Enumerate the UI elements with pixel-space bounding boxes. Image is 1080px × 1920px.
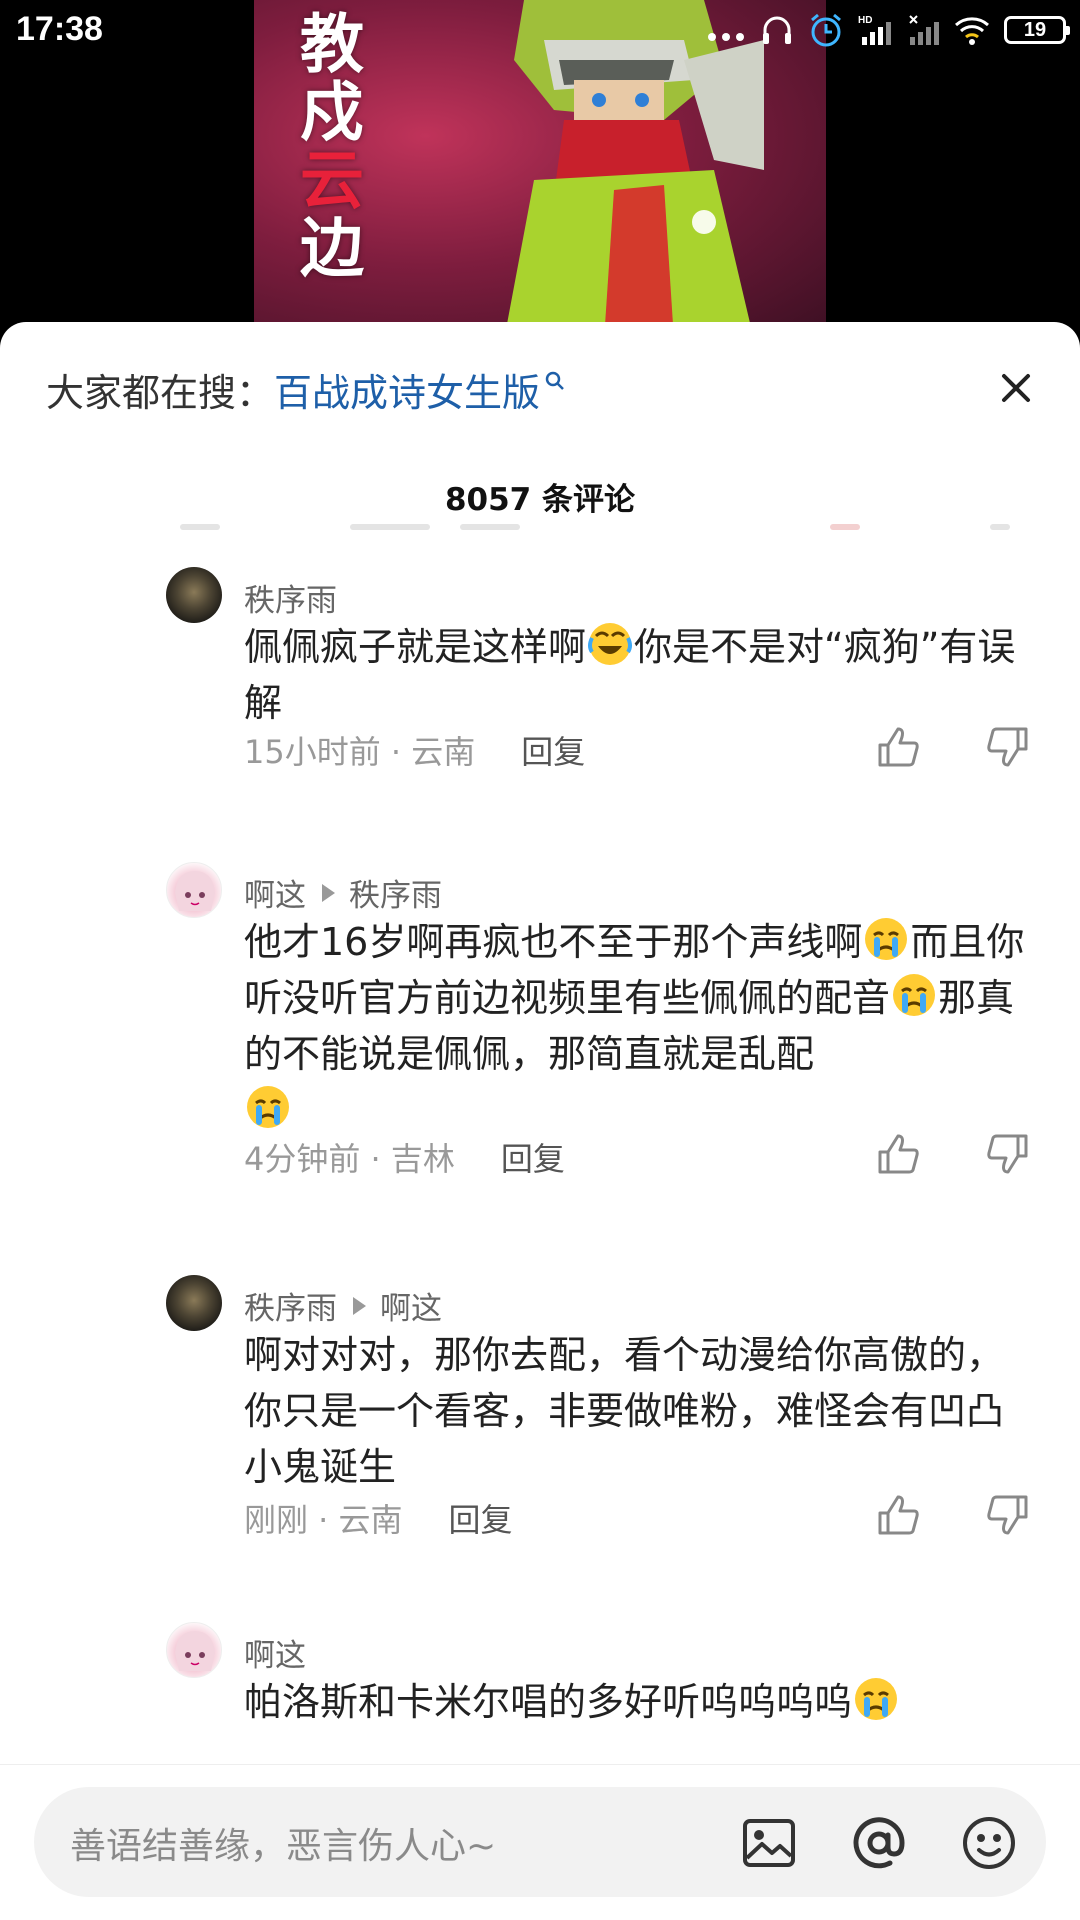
username-text: 啊这	[244, 878, 306, 914]
reply-button[interactable]: 回复	[521, 727, 585, 773]
status-time: 17:38	[16, 10, 103, 48]
anime-avatar-icon	[175, 871, 215, 911]
comment-time-location: 15小时前 · 云南	[244, 733, 476, 771]
thumbs-down-icon[interactable]	[984, 1130, 1032, 1178]
comment-time-location: 4分钟前 · 吉林	[244, 1140, 455, 1178]
reply-arrow-icon	[322, 883, 335, 902]
crying-emoji-icon	[865, 918, 908, 960]
partially-hidden-row	[180, 522, 1020, 532]
username-text: 啊这	[244, 1638, 306, 1674]
reply-button[interactable]: 回复	[501, 1134, 565, 1180]
reply-to-username[interactable]: 秩序雨	[349, 870, 442, 915]
close-icon	[1002, 374, 1030, 402]
comment-text: 佩佩疯子就是这样啊 你是不是对“疯狗”有误解	[244, 619, 1030, 731]
comment-meta: 15小时前 · 云南 回复	[244, 727, 585, 773]
avatar[interactable]	[166, 1622, 222, 1678]
reply-to-username[interactable]: 啊这	[380, 1283, 442, 1328]
svg-text:HD: HD	[858, 15, 872, 26]
comment-text-part: 他才16岁啊再疯也不至于那个声线啊	[244, 920, 863, 964]
more-dots-icon	[708, 33, 744, 41]
search-icon[interactable]	[544, 370, 566, 392]
close-button[interactable]	[988, 360, 1044, 416]
comment-text-part: 帕洛斯和卡米尔唱的多好听呜呜呜呜	[244, 1680, 853, 1724]
crying-emoji-icon	[855, 1678, 898, 1720]
comment-text-part: 佩佩疯子就是这样啊	[244, 625, 587, 669]
wifi-icon	[955, 17, 989, 45]
comment-sheet: 大家都在搜： 百战成诗女生版 8057 条评论 秩序雨 佩佩疯子就是这样啊 你是不…	[0, 322, 1080, 1920]
reply-arrow-icon	[353, 1296, 366, 1315]
avatar[interactable]	[166, 567, 222, 623]
image-icon[interactable]	[740, 1814, 798, 1872]
battery-icon: 19	[1004, 16, 1070, 44]
crying-emoji-icon	[247, 1086, 289, 1128]
comment-meta: 4分钟前 · 吉林 回复	[244, 1134, 565, 1180]
laugh-cry-emoji-icon	[588, 623, 633, 665]
comment-input-placeholder: 善语结善缘，恶言伤人心~	[70, 1826, 497, 1867]
comment-input-bar: 善语结善缘，恶言伤人心~	[0, 1764, 1080, 1920]
video-player[interactable]: 教戍云边 17:38 HD 19	[0, 0, 1080, 340]
status-icons: HD 19	[706, 12, 1070, 48]
comment-username[interactable]: 啊这	[244, 1630, 306, 1675]
reply-button[interactable]: 回复	[449, 1495, 513, 1541]
status-bar: 17:38 HD 19	[0, 0, 1080, 66]
comment-text: 帕洛斯和卡米尔唱的多好听呜呜呜呜	[244, 1674, 1030, 1730]
thumbs-down-icon[interactable]	[984, 1491, 1032, 1539]
thumbs-up-icon[interactable]	[874, 1130, 922, 1178]
thumbs-down-icon[interactable]	[984, 723, 1032, 771]
search-hint-prefix: 大家都在搜：	[46, 371, 275, 415]
smiley-icon[interactable]	[960, 1814, 1018, 1872]
comment-time-location: 刚刚 · 云南	[244, 1501, 403, 1539]
signal-hd-icon: HD	[858, 15, 891, 45]
at-icon[interactable]	[850, 1814, 908, 1872]
comment-username[interactable]: 啊这 秩序雨	[244, 870, 442, 915]
headphones-icon	[763, 16, 791, 44]
comment-text: 他才16岁啊再疯也不至于那个声线啊 而且你听没听官方前边视频里有些佩佩的配音 那真的…	[244, 914, 1030, 1138]
username-text: 秩序雨	[244, 1291, 337, 1327]
comment-text: 啊对对对，那你去配，看个动漫给你高傲的，你只是一个看客，非要做唯粉，难怪会有凹凸…	[244, 1333, 1005, 1489]
comment-count: 8057 条评论	[444, 482, 636, 518]
avatar[interactable]	[166, 862, 222, 918]
thumbs-up-icon[interactable]	[874, 723, 922, 771]
avatar[interactable]	[166, 1275, 222, 1331]
comment-username[interactable]: 秩序雨	[244, 575, 337, 620]
signal-icon	[909, 15, 939, 45]
comment-input[interactable]: 善语结善缘，恶言伤人心~	[34, 1787, 1046, 1897]
username-text: 秩序雨	[244, 583, 337, 619]
search-hint: 大家都在搜： 百战成诗女生版	[46, 362, 566, 417]
comment-meta: 刚刚 · 云南 回复	[244, 1495, 513, 1541]
comment-username[interactable]: 秩序雨 啊这	[244, 1283, 442, 1328]
search-hint-link[interactable]: 百战成诗女生版	[274, 362, 540, 417]
crying-emoji-icon	[893, 974, 936, 1016]
thumbs-up-icon[interactable]	[874, 1491, 922, 1539]
alarm-icon	[811, 13, 841, 47]
anime-avatar-icon	[175, 1631, 215, 1671]
